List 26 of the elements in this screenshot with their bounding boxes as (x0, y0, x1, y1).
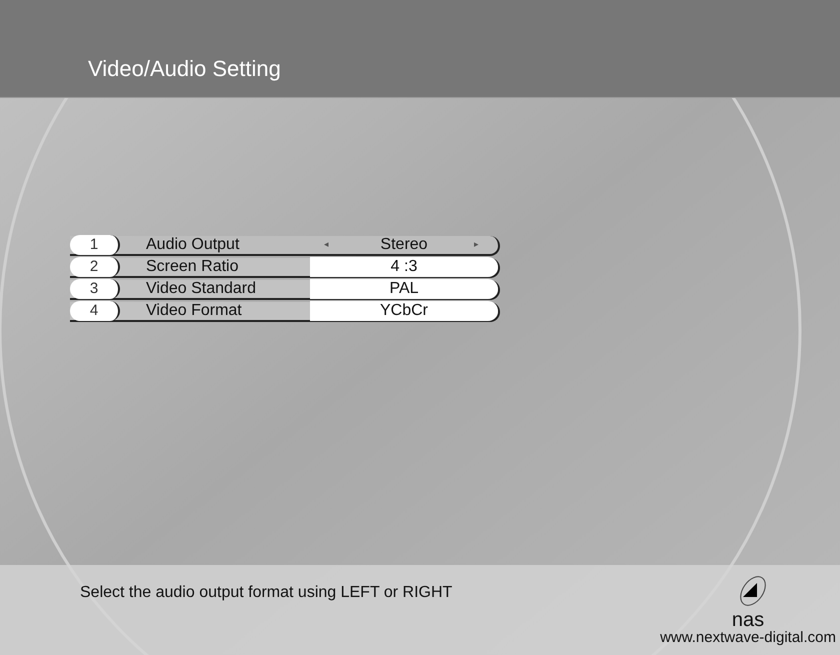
setting-row[interactable]: 2 Screen Ratio 4 :3 (70, 258, 500, 278)
setting-row[interactable]: 4 Video Format YCbCr (70, 302, 500, 322)
website-url: www.nextwave-digital.com (660, 629, 836, 647)
row-number: 4 (70, 301, 120, 321)
setting-value-field[interactable]: 4 :3 (310, 257, 498, 277)
setting-value: Stereo (380, 235, 428, 255)
setting-value: 4 :3 (390, 257, 418, 277)
setting-label: Video Standard (146, 279, 258, 299)
help-text: Select the audio output format using LEFT or RIGHT (80, 583, 452, 603)
setting-row[interactable]: 1 Audio Output ◂ Stereo ▸ (70, 236, 500, 256)
setting-label: Audio Output (146, 235, 240, 255)
right-arrow-icon: ▸ (474, 238, 484, 252)
setting-value: YCbCr (380, 301, 428, 321)
setting-label: Screen Ratio (146, 257, 240, 277)
row-number: 1 (70, 235, 120, 255)
row-number: 3 (70, 279, 120, 299)
setting-value-field[interactable]: ◂ Stereo ▸ (310, 235, 498, 255)
row-number: 2 (70, 257, 120, 277)
left-arrow-icon: ◂ (324, 238, 334, 252)
screen-title: Video/Audio Setting (88, 55, 281, 83)
logo-name: nas (732, 611, 764, 629)
setting-value-field[interactable]: YCbCr (310, 301, 498, 321)
setting-value: PAL (389, 279, 419, 299)
setting-value-field[interactable]: PAL (310, 279, 498, 299)
setting-row[interactable]: 3 Video Standard PAL (70, 280, 500, 300)
setting-label: Video Format (146, 301, 243, 321)
